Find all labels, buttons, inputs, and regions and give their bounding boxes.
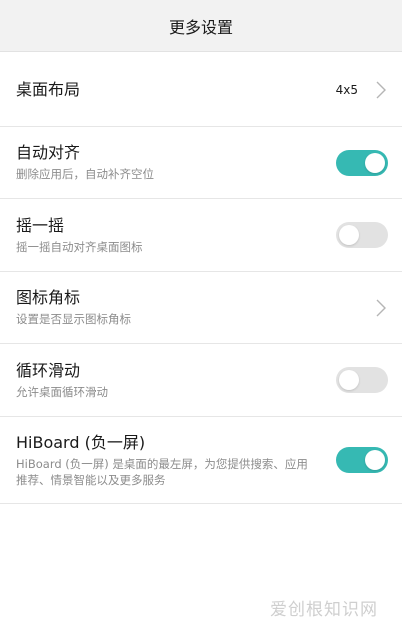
header-bar: 更多设置 [0, 0, 402, 52]
hiboard-toggle[interactable] [336, 447, 388, 473]
setting-subtitle: 允许桌面循环滑动 [16, 384, 108, 399]
setting-text: 自动对齐 删除应用后，自动补齐空位 [16, 143, 336, 182]
settings-list: 桌面布局 4x5 自动对齐 删除应用后，自动补齐空位 摇一摇 摇一摇自动对齐桌面… [0, 54, 402, 504]
setting-desktop-layout[interactable]: 桌面布局 4x5 [0, 54, 402, 127]
loop-scroll-toggle[interactable] [336, 367, 388, 393]
setting-auto-align: 自动对齐 删除应用后，自动补齐空位 [0, 127, 402, 199]
setting-text: 图标角标 设置是否显示图标角标 [16, 288, 374, 327]
setting-loop-scroll: 循环滑动 允许桌面循环滑动 [0, 344, 402, 417]
setting-subtitle: 设置是否显示图标角标 [16, 312, 131, 326]
setting-title: HiBoard (负一屏) [16, 432, 146, 452]
setting-text: HiBoard (负一屏) HiBoard (负一屏) 是桌面的最左屏，为您提供… [16, 433, 336, 488]
setting-text: 摇一摇 摇一摇自动对齐桌面图标 [16, 216, 336, 255]
page-title: 更多设置 [168, 17, 233, 37]
toggle-knob [339, 370, 359, 390]
setting-title: 摇一摇 [16, 215, 65, 235]
setting-subtitle: 删除应用后，自动补齐空位 [16, 167, 154, 181]
setting-icon-badge[interactable]: 图标角标 设置是否显示图标角标 [0, 272, 402, 344]
setting-subtitle: 摇一摇自动对齐桌面图标 [16, 239, 143, 254]
setting-value: 4x5 [335, 83, 358, 97]
shake-toggle[interactable] [336, 222, 388, 248]
setting-title: 图标角标 [16, 288, 81, 307]
chevron-right-icon [374, 299, 388, 317]
setting-text: 循环滑动 允许桌面循环滑动 [16, 361, 336, 400]
toggle-knob [365, 152, 385, 173]
toggle-knob [365, 450, 385, 470]
toggle-knob [339, 225, 359, 245]
setting-shake: 摇一摇 摇一摇自动对齐桌面图标 [0, 199, 402, 272]
more-settings-screen: 更多设置 桌面布局 4x5 自动对齐 删除应用后，自动补齐空位 摇一摇 摇一摇自… [0, 0, 402, 628]
setting-hiboard: HiBoard (负一屏) HiBoard (负一屏) 是桌面的最左屏，为您提供… [0, 417, 402, 504]
setting-subtitle: HiBoard (负一屏) 是桌面的最左屏，为您提供搜索、应用推荐、情景智能以及… [16, 456, 308, 487]
setting-title: 桌面布局 [16, 80, 81, 99]
watermark-text: 爱创根知识网 [270, 600, 378, 620]
setting-title: 自动对齐 [16, 143, 81, 162]
setting-text: 桌面布局 [16, 80, 336, 100]
auto-align-toggle[interactable] [336, 149, 388, 176]
setting-title: 循环滑动 [16, 360, 81, 380]
chevron-right-icon [374, 81, 388, 99]
